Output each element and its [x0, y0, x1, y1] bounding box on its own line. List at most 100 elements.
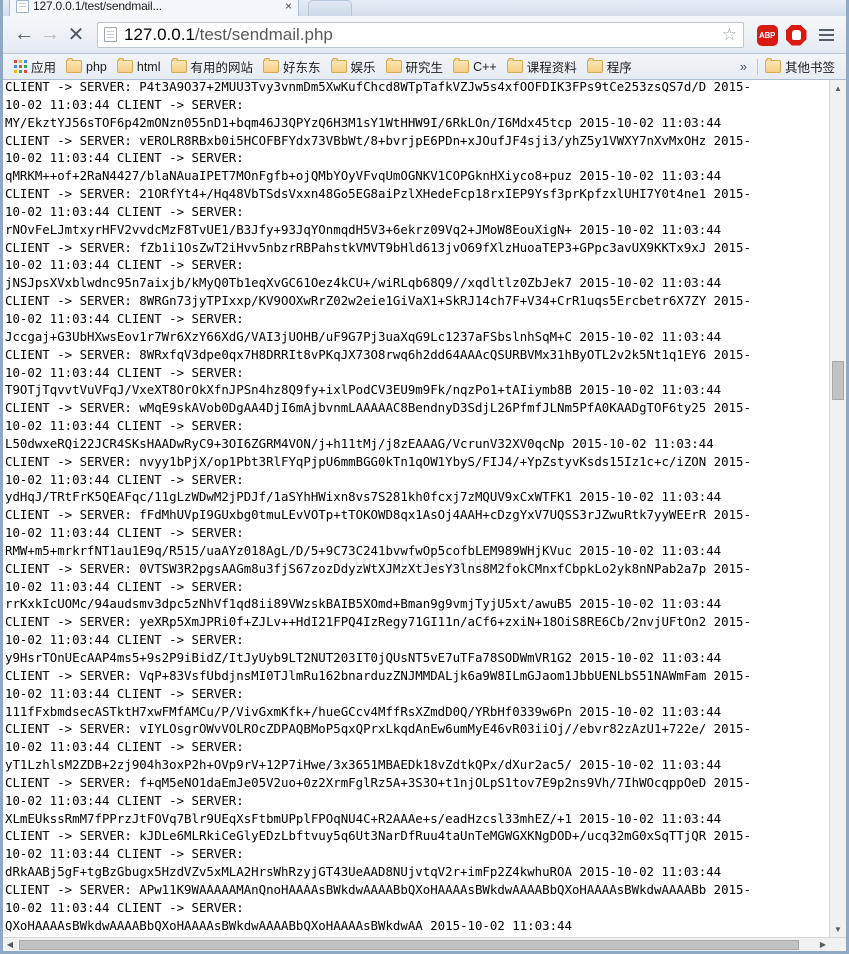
folder-icon: [263, 58, 280, 73]
bookmark-label: C++: [473, 59, 497, 74]
adblock-plus-icon[interactable]: ABP: [755, 23, 779, 47]
forward-button[interactable]: →: [37, 22, 63, 48]
folder-icon: [66, 58, 83, 73]
close-icon[interactable]: ×: [285, 0, 292, 12]
horizontal-scrollbar[interactable]: ◀ ▶: [3, 937, 846, 951]
folder-icon: [170, 58, 187, 73]
log-line: qMRKM++of+2RaN4427/blaNAuaIPET7MOnFgfb+o…: [5, 168, 722, 184]
log-line: 10-02 11:03:44 CLIENT -> SERVER:: [5, 418, 244, 434]
folder-icon: [116, 58, 133, 73]
log-line: 10-02 11:03:44 CLIENT -> SERVER:: [5, 685, 244, 701]
chrome-menu-icon[interactable]: [814, 23, 838, 47]
log-line: CLIENT -> SERVER: wMqE9skAVob0DgAA4DjI6m…: [5, 400, 751, 416]
bookmark-item-programs[interactable]: 程序: [582, 56, 637, 77]
log-line: 10-02 11:03:44 CLIENT -> SERVER:: [5, 203, 244, 219]
bookmark-item-entertainment[interactable]: 娱乐: [326, 56, 381, 77]
bookmark-label: 有用的网站: [190, 61, 254, 75]
bookmarks-overflow-button[interactable]: »: [732, 59, 755, 74]
log-line: 10-02 11:03:44 CLIENT -> SERVER:: [5, 739, 244, 755]
folder-icon: [330, 58, 347, 73]
log-line: rrKxkIcUOMc/94audsmv3dpc5zNhVf1qd8ii89VW…: [5, 596, 722, 612]
tab-title: 127.0.0.1/test/sendmail...: [33, 0, 162, 13]
horizontal-scrollbar-thumb[interactable]: [19, 940, 799, 950]
page-content: CLIENT -> SERVER: P4t3A9O37+2MUU3Tvy3vnm…: [3, 80, 829, 937]
log-line: jNSJpsXVxblwdnc95n7aixjb/kMyQ0Tb1eqXvGC6…: [5, 275, 722, 291]
bookmark-label: html: [136, 59, 161, 74]
vertical-scrollbar-thumb[interactable]: [832, 361, 844, 400]
log-line: CLIENT -> SERVER: vIYLOsgrOWvVOLROcZDPAQ…: [5, 721, 751, 737]
bookmarks-bar: 应用 php html 有用的网站 好东东 娱乐 研究生 C++ 课程资料 程序…: [3, 54, 846, 80]
adblock-plus-label: ABP: [759, 30, 775, 40]
log-line: CLIENT -> SERVER: 0VTSW3R2pgsAAGm8u3fjS6…: [5, 560, 751, 576]
bookmark-item-apps[interactable]: 应用: [9, 56, 61, 77]
bookmark-item-other-bookmarks[interactable]: 其他书签: [760, 56, 840, 77]
bookmark-item-html[interactable]: html: [112, 58, 166, 75]
vertical-scrollbar[interactable]: ▲ ▼: [829, 80, 846, 937]
bookmark-label: 研究生: [405, 61, 444, 75]
log-line: ydHqJ/TRtFrK5QEAFqc/11gLzWDwM2jPDJf/1aSY…: [5, 489, 722, 505]
browser-toolbar: ← → ✕ 127.0.0.1/test/sendmail.php ☆ ABP: [3, 16, 846, 54]
log-line: CLIENT -> SERVER: 8WRxfqV3dpe0qx7H8DRRIt…: [5, 346, 751, 362]
folder-icon: [764, 58, 781, 73]
bookmark-item-useful-sites[interactable]: 有用的网站: [166, 56, 259, 77]
log-line: CLIENT -> SERVER: nvyy1bPjX/op1Pbt3RlFYq…: [5, 453, 751, 469]
browser-tab[interactable]: 127.0.0.1/test/sendmail... ×: [9, 0, 299, 16]
hand-glyph: [791, 30, 801, 40]
log-line: 10-02 11:03:44 CLIENT -> SERVER:: [5, 471, 244, 487]
log-line: Jccgaj+G3UbHXwsEov1r7Wr6XzY66XdG/VAI3jUO…: [5, 328, 722, 344]
folder-icon: [453, 58, 470, 73]
bookmark-label: 程序: [606, 61, 632, 75]
log-line: CLIENT -> SERVER: f+qM5eNO1daEmJe05V2uo+…: [5, 774, 751, 790]
scroll-down-arrow-icon[interactable]: ▼: [830, 921, 846, 937]
log-line: 10-02 11:03:44 CLIENT -> SERVER:: [5, 525, 244, 541]
log-line: XLmEUkssRmM7fPPrzJtFOVq7Blr9UEqXsFtbmUPp…: [5, 810, 722, 826]
log-line: CLIENT -> SERVER: P4t3A9O37+2MUU3Tvy3vnm…: [5, 80, 751, 94]
address-bar[interactable]: 127.0.0.1/test/sendmail.php ☆: [97, 21, 744, 48]
log-line: CLIENT -> SERVER: vEROLR8RBxb0i5HCOFBFYd…: [5, 132, 751, 148]
log-line: 10-02 11:03:44 CLIENT -> SERVER:: [5, 899, 244, 915]
bookmark-item-php[interactable]: php: [61, 58, 112, 75]
log-line: CLIENT -> SERVER: VqP+83VsfUbdjnsMI0TJlm…: [5, 667, 751, 683]
bookmark-item-cpp[interactable]: C++: [448, 58, 502, 75]
new-tab-button[interactable]: [308, 0, 352, 16]
bookmark-item-course-materials[interactable]: 课程资料: [502, 56, 582, 77]
url-text: 127.0.0.1/test/sendmail.php: [124, 25, 718, 45]
scroll-left-arrow-icon[interactable]: ◀: [3, 938, 17, 951]
log-line: QXoHAAAAsBWkdwAAAABbQXoHAAAAsBWkdwAAAABb…: [5, 917, 572, 933]
window-resize-grip[interactable]: [830, 938, 846, 951]
smtp-debug-log: CLIENT -> SERVER: P4t3A9O37+2MUU3Tvy3vnm…: [3, 80, 829, 937]
page-viewport: CLIENT -> SERVER: P4t3A9O37+2MUU3Tvy3vnm…: [3, 80, 846, 937]
bookmark-item-good-stuff[interactable]: 好东东: [258, 56, 326, 77]
bookmark-item-graduate[interactable]: 研究生: [381, 56, 449, 77]
log-line: 10-02 11:03:44 CLIENT -> SERVER:: [5, 96, 244, 112]
scroll-up-arrow-icon[interactable]: ▲: [830, 80, 846, 96]
log-line: y9HsrTOnUEcAAP4ms5+9s2P9iBidZ/ItJyUyb9LT…: [5, 650, 722, 665]
stop-hand-extension-icon[interactable]: [784, 23, 808, 47]
log-line: rNOvFeLJmtxyrHFV2vvdcMzF8TvUE1/B3Jfy+93J…: [5, 221, 722, 237]
log-line: yT1LzhlsM2ZDB+2zj904h3oxP2h+OVp9rV+12P7i…: [5, 757, 722, 773]
bookmark-label: 好东东: [283, 61, 321, 75]
bookmark-star-icon[interactable]: ☆: [722, 25, 737, 45]
page-info-icon[interactable]: [104, 27, 117, 42]
log-line: RMW+m5+mrkrfNT1au1E9q/R515/uaAYz018AgL/D…: [5, 542, 722, 558]
log-line: CLIENT -> SERVER: fFdMhUVpI9GUxbg0tmuLEv…: [5, 507, 751, 523]
url-path: /test/sendmail.php: [194, 24, 333, 44]
url-domain: 127.0.0.1: [124, 24, 195, 44]
log-line: CLIENT -> SERVER: fZb1i1OsZwT2iHvv5nbzrR…: [5, 239, 751, 255]
log-line: 10-02 11:03:44 CLIENT -> SERVER:: [5, 632, 244, 648]
stop-button[interactable]: ✕: [63, 22, 89, 48]
log-line: T9OTjTqvvtVuVFqJ/VxeXT8OrOkXfnJPSn4hz8Q9…: [5, 382, 722, 398]
scroll-right-arrow-icon[interactable]: ▶: [816, 938, 830, 951]
log-line: CLIENT -> SERVER: 21ORfYt4+/Hq48VbTSdsVx…: [5, 186, 751, 202]
log-line: dRkAABj5gF+tgBzGbugx5HzdVZv5xMLA2HrsWhRz…: [5, 864, 722, 880]
folder-icon: [385, 58, 402, 73]
log-line: 10-02 11:03:44 CLIENT -> SERVER:: [5, 310, 244, 326]
log-line: 10-02 11:03:44 CLIENT -> SERVER:: [5, 150, 244, 166]
log-line: 111fFxbmdsecASTktH7xwFMfAMCu/P/VivGxmKfk…: [5, 703, 722, 719]
back-button[interactable]: ←: [11, 22, 37, 48]
log-line: 10-02 11:03:44 CLIENT -> SERVER:: [5, 846, 244, 862]
log-line: CLIENT -> SERVER: 8WRGn73jyTPIxxp/KV9OOX…: [5, 293, 751, 309]
browser-window: 127.0.0.1/test/sendmail... × ← → ✕ 127.0…: [0, 0, 849, 954]
folder-icon: [506, 58, 523, 73]
apps-grid-icon: [14, 60, 27, 73]
